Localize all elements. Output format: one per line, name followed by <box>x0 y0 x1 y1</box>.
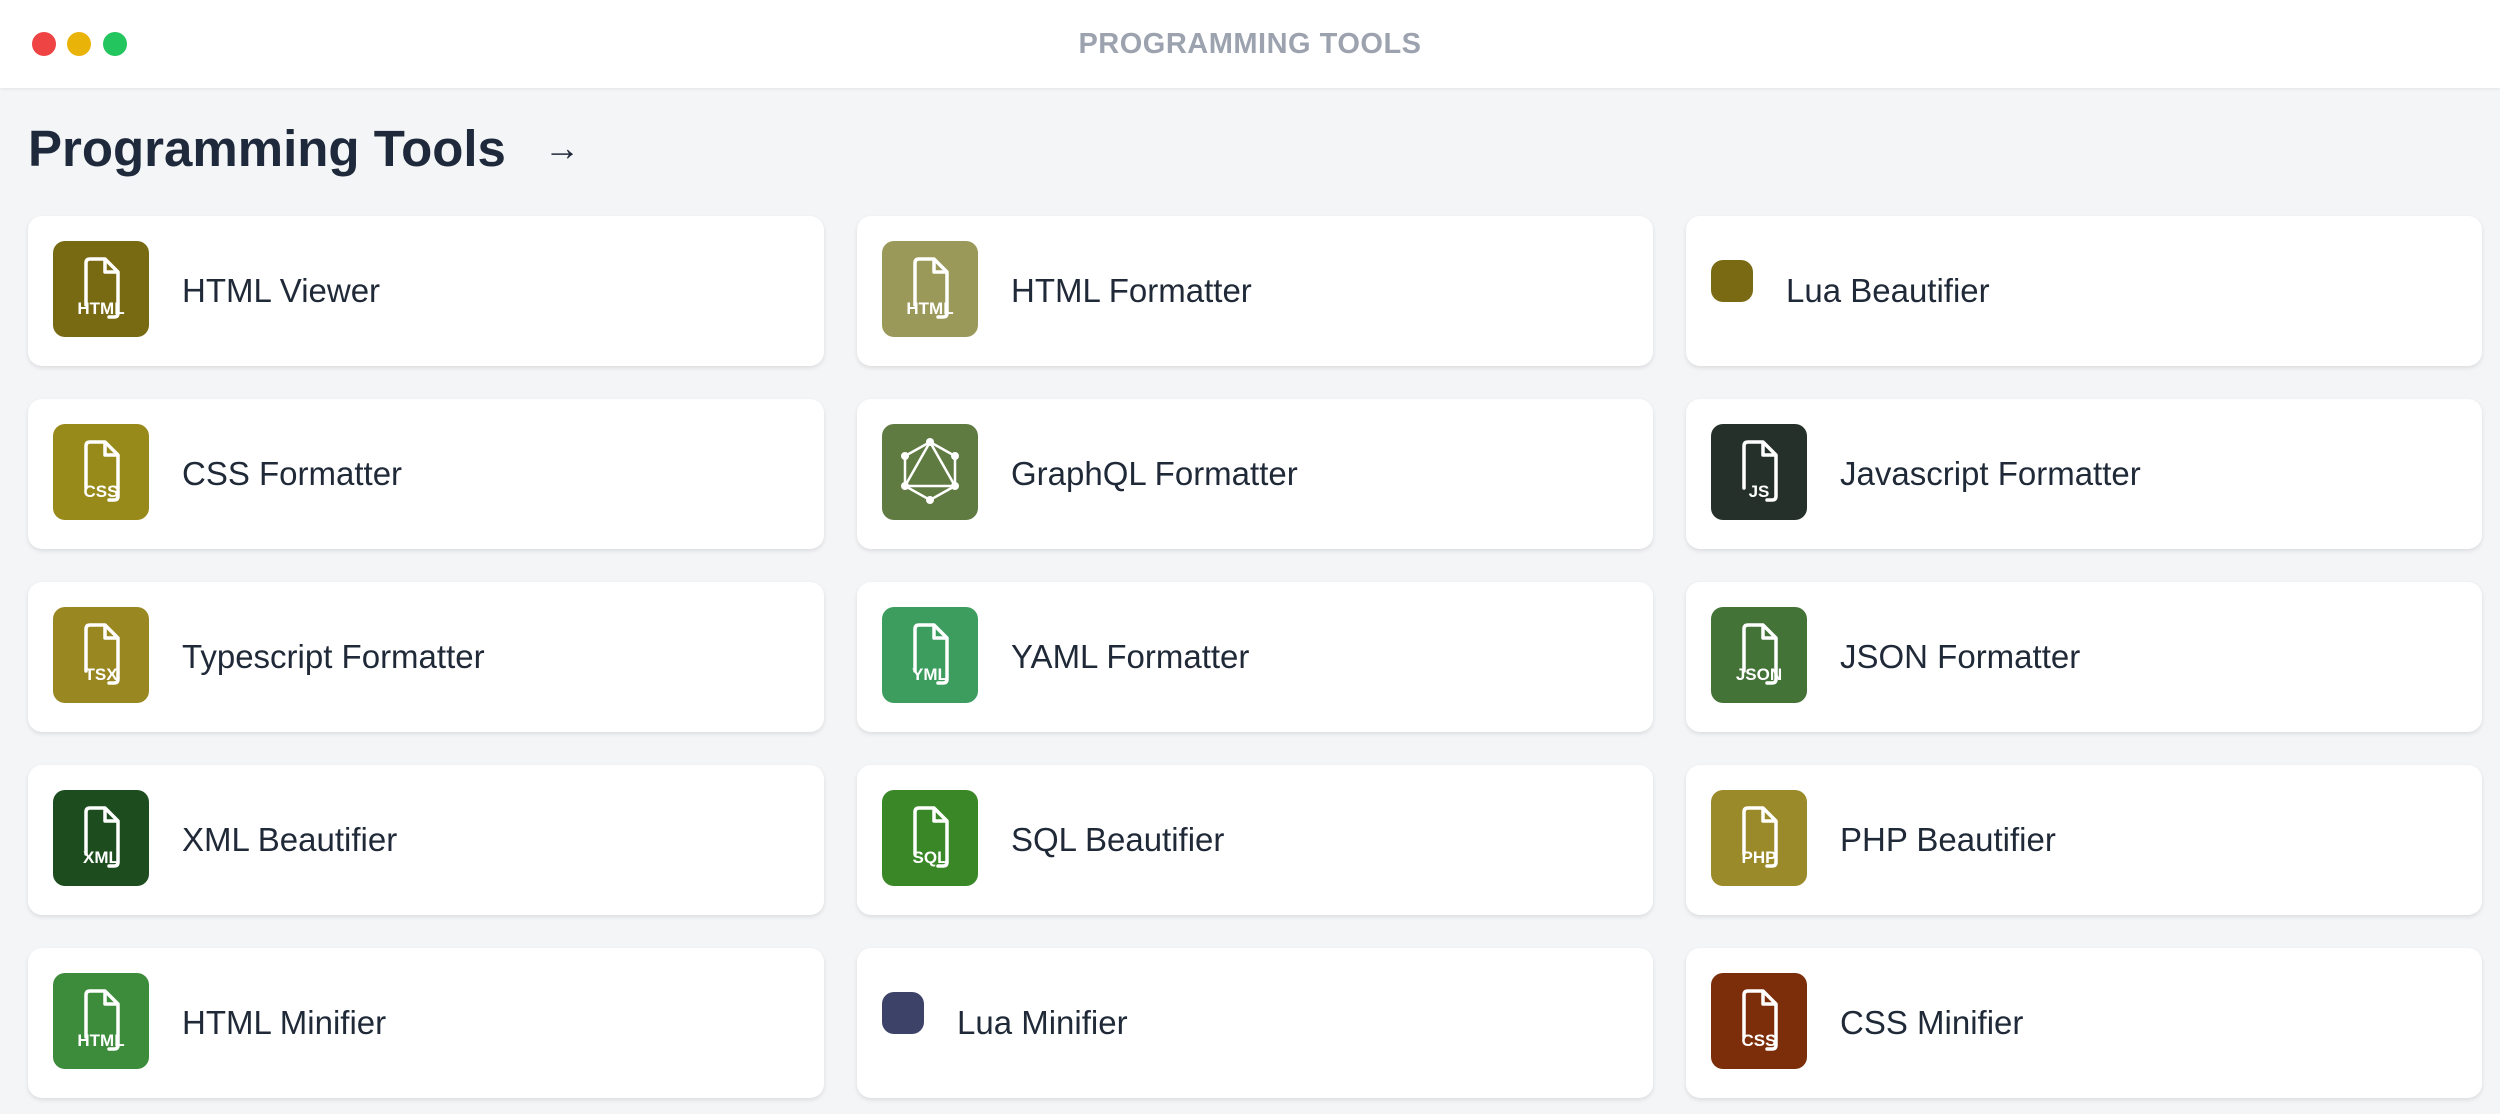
tool-card-label: Lua Beautifier <box>1786 272 1990 309</box>
file-type-badge: CSS <box>84 482 119 501</box>
window-title: PROGRAMMING TOOLS <box>1078 28 1422 60</box>
tool-card-html-minifier[interactable]: HTML HTML Minifier <box>28 948 824 1098</box>
tool-card-label: Lua Minifier <box>957 1004 1128 1041</box>
lua-icon <box>1711 260 1753 302</box>
file-type-badge: HTML <box>77 299 124 318</box>
tool-card-typescript-formatter[interactable]: TSX Typescript Formatter <box>28 582 824 732</box>
tool-card-label: HTML Viewer <box>182 272 381 309</box>
tool-card-label: HTML Formatter <box>1011 272 1252 309</box>
tool-card-label: GraphQL Formatter <box>1011 455 1298 492</box>
arrow-right-icon[interactable]: → <box>544 127 580 169</box>
file-type-badge: SQL <box>913 848 948 867</box>
file-type-badge: HTML <box>906 299 953 318</box>
file-icon: PHP <box>1711 790 1807 886</box>
file-type-badge: JSON <box>1736 665 1782 684</box>
tool-card-javascript-formatter[interactable]: JS Javascript Formatter <box>1686 399 2482 549</box>
tool-card-label: CSS Formatter <box>182 455 403 492</box>
file-type-badge: JS <box>1749 482 1770 501</box>
window-titlebar: PROGRAMMING TOOLS <box>0 0 2500 88</box>
tool-card-graphql-formatter[interactable]: GraphQL Formatter <box>857 399 1653 549</box>
graphql-icon <box>882 424 978 520</box>
tools-grid: HTML HTML Viewer HTML HTML Formatter Lua Bea… <box>28 216 2482 1098</box>
tool-card-label: HTML Minifier <box>182 1004 387 1041</box>
file-icon: JSON <box>1711 607 1807 703</box>
file-icon: SQL <box>882 790 978 886</box>
file-icon: CSS <box>1711 973 1807 1069</box>
file-type-badge: PHP <box>1742 848 1777 867</box>
page-heading: Programming Tools → <box>28 116 580 180</box>
tool-card-html-formatter[interactable]: HTML HTML Formatter <box>857 216 1653 366</box>
tool-card-label: Typescript Formatter <box>182 638 485 675</box>
lua-icon <box>882 992 924 1034</box>
tool-card-label: PHP Beautifier <box>1840 821 2056 858</box>
file-type-badge: YML <box>912 665 948 684</box>
file-icon: HTML <box>53 973 149 1069</box>
tool-card-yaml-formatter[interactable]: YML YAML Formatter <box>857 582 1653 732</box>
file-icon: CSS <box>53 424 149 520</box>
tool-card-xml-beautifier[interactable]: XML XML Beautifier <box>28 765 824 915</box>
tool-card-label: CSS Minifier <box>1840 1004 2024 1041</box>
tool-card-label: YAML Formatter <box>1011 638 1250 675</box>
tool-card-html-viewer[interactable]: HTML HTML Viewer <box>28 216 824 366</box>
file-icon: XML <box>53 790 149 886</box>
file-type-badge: TSX <box>84 665 118 684</box>
tool-card-label: JSON Formatter <box>1840 638 2081 675</box>
file-icon: JS <box>1711 424 1807 520</box>
file-type-badge: CSS <box>1742 1031 1777 1050</box>
tool-card-label: SQL Beautifier <box>1011 821 1225 858</box>
file-icon: YML <box>882 607 978 703</box>
tool-card-lua-minifier[interactable]: Lua Minifier <box>857 948 1653 1098</box>
tool-card-php-beautifier[interactable]: PHP PHP Beautifier <box>1686 765 2482 915</box>
file-icon: TSX <box>53 607 149 703</box>
file-type-badge: XML <box>83 848 119 867</box>
tool-card-json-formatter[interactable]: JSON JSON Formatter <box>1686 582 2482 732</box>
tool-card-label: XML Beautifier <box>182 821 398 858</box>
file-type-badge: HTML <box>77 1031 124 1050</box>
tool-card-sql-beautifier[interactable]: SQL SQL Beautifier <box>857 765 1653 915</box>
tool-card-css-formatter[interactable]: CSS CSS Formatter <box>28 399 824 549</box>
page-title: Programming Tools <box>28 119 506 177</box>
tool-card-css-minifier[interactable]: CSS CSS Minifier <box>1686 948 2482 1098</box>
file-icon: HTML <box>882 241 978 337</box>
tool-card-label: Javascript Formatter <box>1840 455 2141 492</box>
file-icon: HTML <box>53 241 149 337</box>
tool-card-lua-beautifier[interactable]: Lua Beautifier <box>1686 216 2482 366</box>
